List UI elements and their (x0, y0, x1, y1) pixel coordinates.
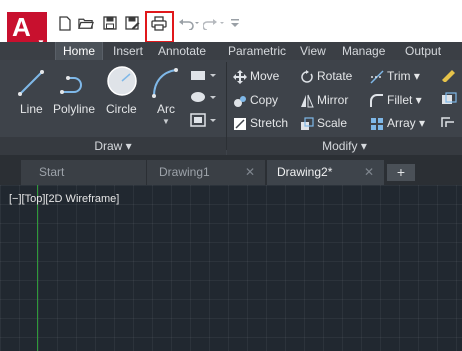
quick-access-toolbar: A ▼ (0, 0, 462, 47)
tab-home[interactable]: Home (55, 42, 104, 60)
copy-button[interactable]: Copy (233, 90, 278, 110)
tab-view[interactable]: View (300, 42, 326, 60)
circle-icon[interactable] (106, 65, 138, 102)
polyline-icon[interactable] (59, 68, 91, 103)
ribbon-panels: Line Polyline Circle Arc ▼ Draw ▾ Move R… (0, 60, 462, 155)
file-tab-start[interactable]: Start (21, 160, 146, 185)
file-tab-drawing2[interactable]: Drawing2* ✕ (267, 160, 384, 185)
erase-icon[interactable] (440, 68, 458, 87)
redo-icon[interactable] (203, 15, 225, 31)
move-icon (233, 69, 247, 84)
new-icon[interactable] (57, 15, 73, 31)
mirror-label: Mirror (317, 93, 349, 107)
tab-manage[interactable]: Manage (342, 42, 385, 60)
explode-icon[interactable] (440, 92, 458, 111)
save-icon[interactable] (102, 15, 118, 31)
circle-button[interactable]: Circle (106, 102, 137, 116)
new-tab-button[interactable]: + (387, 164, 415, 181)
rectangle-icon[interactable] (190, 68, 216, 87)
rotate-button[interactable]: Rotate (300, 66, 352, 86)
application-menu-button[interactable]: A ▼ (7, 12, 47, 47)
customize-icon[interactable] (229, 15, 241, 31)
scale-label: Scale (317, 116, 348, 130)
trim-icon (370, 70, 384, 84)
copy-label: Copy (250, 93, 279, 107)
tab-insert[interactable]: Insert (113, 42, 143, 60)
file-tab-label: Drawing1 (159, 165, 210, 179)
rotate-icon (300, 69, 314, 84)
open-icon[interactable] (78, 15, 94, 31)
mirror-button[interactable]: Mirror (300, 90, 348, 110)
tab-annotate[interactable]: Annotate (158, 42, 206, 60)
tab-output[interactable]: Output (405, 42, 441, 60)
fillet-button[interactable]: Fillet ▾ (370, 90, 422, 110)
stretch-icon (233, 117, 247, 131)
array-icon (370, 117, 384, 131)
drawing-canvas[interactable]: [−][Top][2D Wireframe] (0, 185, 462, 351)
trim-label: Trim ▾ (387, 69, 420, 83)
scale-button[interactable]: Scale (300, 113, 347, 133)
fillet-icon (370, 93, 384, 108)
file-tab-drawing1[interactable]: Drawing1 ✕ (147, 160, 265, 185)
modify-panel-title[interactable]: Modify ▾ (227, 137, 462, 155)
array-label: Array ▾ (387, 116, 426, 130)
fillet-label: Fillet ▾ (387, 93, 422, 107)
ribbon-tab-bar: Home Insert Annotate Parametric View Man… (50, 42, 462, 60)
gradient-icon[interactable] (190, 113, 216, 132)
arc-icon[interactable] (150, 66, 178, 103)
arc-button[interactable]: Arc (157, 102, 175, 116)
chevron-down-icon[interactable]: ▼ (162, 117, 170, 126)
scale-icon (300, 117, 314, 131)
y-axis-line (37, 185, 38, 351)
move-label: Move (250, 69, 280, 83)
file-tab-bar: Start Drawing1 ✕ Drawing2* ✕ + (0, 155, 462, 185)
trim-button[interactable]: Trim ▾ (370, 66, 420, 86)
stretch-label: Stretch (250, 116, 289, 130)
draw-panel-title[interactable]: Draw ▾ (0, 137, 226, 155)
autocad-window: A ▼ Home Insert Annota (0, 0, 462, 351)
tab-parametric[interactable]: Parametric (228, 42, 286, 60)
app-logo-letter: A (12, 12, 31, 42)
ribbon-tab-gutter (0, 42, 50, 60)
move-button[interactable]: Move (233, 66, 279, 86)
array-button[interactable]: Array ▾ (370, 113, 425, 133)
line-icon[interactable] (16, 68, 46, 103)
file-tab-label: Drawing2* (277, 165, 333, 179)
hatch-icon[interactable] (190, 90, 216, 109)
undo-icon[interactable] (178, 15, 200, 31)
save-as-icon[interactable] (124, 15, 140, 31)
line-button[interactable]: Line (20, 102, 43, 116)
copy-icon (233, 94, 247, 108)
close-icon[interactable]: ✕ (364, 160, 374, 185)
mirror-icon (300, 94, 314, 108)
polyline-button[interactable]: Polyline (53, 102, 95, 116)
viewport-controls-label[interactable]: [−][Top][2D Wireframe] (9, 193, 119, 205)
rotate-label: Rotate (317, 69, 353, 83)
close-icon[interactable]: ✕ (245, 160, 255, 185)
stretch-button[interactable]: Stretch (233, 113, 288, 133)
file-tab-label: Start (39, 165, 65, 179)
print-highlight-box (145, 11, 174, 43)
offset-icon[interactable] (440, 115, 458, 134)
